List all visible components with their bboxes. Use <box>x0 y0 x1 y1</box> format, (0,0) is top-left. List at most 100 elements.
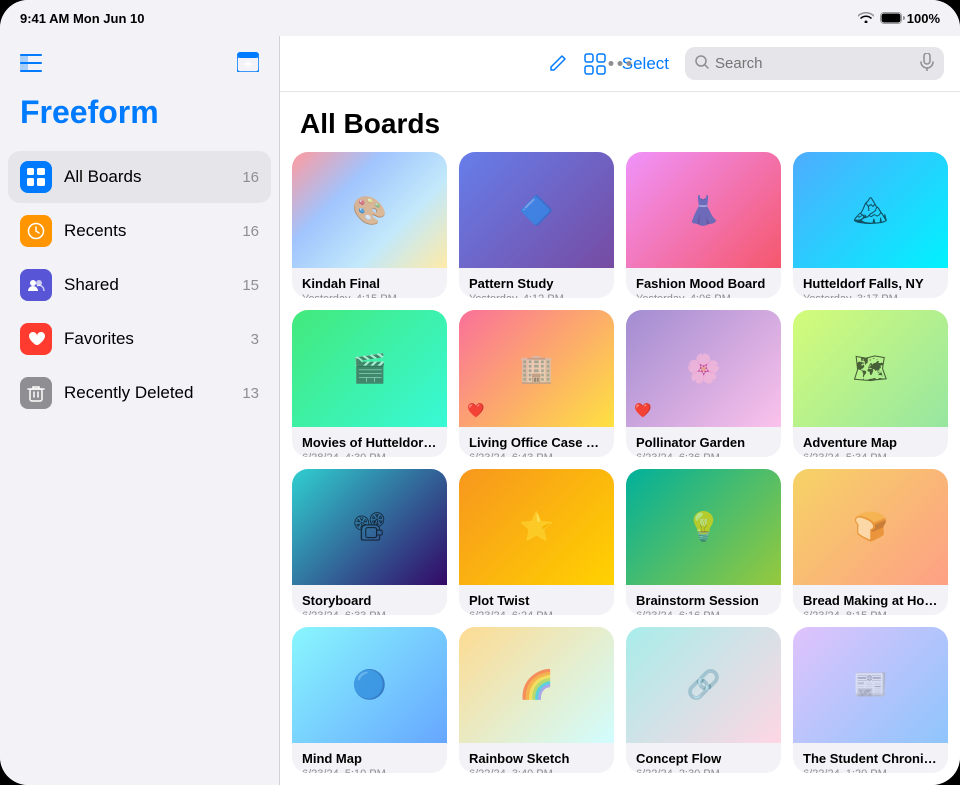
board-title: Hutteldorf Falls, NY <box>803 276 938 291</box>
sidebar-item-count-shared: 15 <box>242 277 259 294</box>
board-card-adventure-map[interactable]: 🗺 Adventure Map 6/23/24, 5:34 PM Danny &… <box>793 310 948 456</box>
board-title: Pollinator Garden <box>636 435 771 450</box>
board-card-row4c[interactable]: 🔗 Concept Flow 6/22/24, 2:30 PM Test & O… <box>626 627 781 773</box>
board-date: Yesterday, 4:06 PM <box>636 293 771 298</box>
boards-grid: 🎨 Kindah Final Yesterday, 4:15 PM Test &… <box>280 152 960 785</box>
status-time: 9:41 AM Mon Jun 10 <box>20 11 144 26</box>
board-info: Plot Twist 6/23/24, 6:24 PM Danny Rico <box>459 585 614 615</box>
sidebar-item-shared[interactable]: Shared 15 <box>8 259 271 311</box>
board-title: Brainstorm Session <box>636 593 771 608</box>
board-card-hutteldorf-falls[interactable]: 🏔 Hutteldorf Falls, NY Yesterday, 3:17 P… <box>793 152 948 298</box>
ipad-frame: 9:41 AM Mon Jun 10 100% <box>0 0 960 785</box>
board-card-pollinator-garden[interactable]: 🌸 ❤️ Pollinator Garden 6/23/24, 6:36 PM … <box>626 310 781 456</box>
sidebar-item-count-recents: 16 <box>242 223 259 240</box>
shared-icon <box>20 269 52 301</box>
board-date: 6/23/24, 6:36 PM <box>636 452 771 457</box>
board-thumbnail: 👗 <box>626 152 781 268</box>
board-info: Fashion Mood Board Yesterday, 4:06 PM Jo… <box>626 268 781 298</box>
page-title: All Boards <box>280 92 960 152</box>
board-info: Pollinator Garden 6/23/24, 6:36 PM Joan … <box>626 427 781 457</box>
board-thumbnail: 🏔 <box>793 152 948 268</box>
board-card-brainstorm-session[interactable]: 💡 Brainstorm Session 6/23/24, 6:16 PM <box>626 469 781 615</box>
mic-icon[interactable] <box>920 53 934 74</box>
grid-view-button[interactable] <box>584 53 606 75</box>
board-info: Concept Flow 6/22/24, 2:30 PM Test & Oth… <box>626 743 781 773</box>
sidebar-item-label-all-boards: All Boards <box>64 167 230 187</box>
board-thumbnail: 🔷 <box>459 152 614 268</box>
archive-icon[interactable] <box>237 52 259 78</box>
recently-deleted-icon <box>20 377 52 409</box>
sidebar-item-label-favorites: Favorites <box>64 329 239 349</box>
board-info: Living Office Case Study 6/23/24, 6:43 P… <box>459 427 614 457</box>
board-thumbnail: 🔗 <box>626 627 781 743</box>
board-card-movies-hutteldorf[interactable]: 🎬 Movies of Hutteldorf Fa... 6/28/24, 4:… <box>292 310 447 456</box>
board-thumbnail-content: 🔗 <box>626 627 781 743</box>
status-indicators: 100% <box>858 11 940 26</box>
board-title: Rainbow Sketch <box>469 751 604 766</box>
board-thumbnail-content: 📽 <box>292 469 447 585</box>
board-title: The Student Chronicle <box>803 751 938 766</box>
board-title: Pattern Study <box>469 276 604 291</box>
board-thumbnail-content: 🔷 <box>459 152 614 268</box>
board-info: Rainbow Sketch 6/22/24, 3:40 PM Joan & D… <box>459 743 614 773</box>
main-area: Freeform All Boards 16 <box>0 36 960 785</box>
board-thumbnail: 📰 <box>793 627 948 743</box>
board-title: Plot Twist <box>469 593 604 608</box>
board-date: 6/22/24, 2:30 PM <box>636 768 771 773</box>
board-info: Bread Making at Home 6/23/24, 8:15 PM Jo… <box>793 585 948 615</box>
board-card-row4d[interactable]: 📰 The Student Chronicle 6/22/24, 1:20 PM… <box>793 627 948 773</box>
board-card-living-office[interactable]: 🏢 ❤️ Living Office Case Study 6/23/24, 6… <box>459 310 614 456</box>
board-thumbnail: ⭐ <box>459 469 614 585</box>
board-date: 6/23/24, 6:43 PM <box>469 452 604 457</box>
board-date: Yesterday, 4:15 PM <box>302 293 437 298</box>
board-card-bread-making[interactable]: 🍞 Bread Making at Home 6/23/24, 8:15 PM … <box>793 469 948 615</box>
board-thumbnail-content: 📰 <box>793 627 948 743</box>
sidebar-item-favorites[interactable]: Favorites 3 <box>8 313 271 365</box>
board-thumbnail: 🌈 <box>459 627 614 743</box>
sidebar-title: Freeform <box>0 94 279 151</box>
sidebar-toggle-icon[interactable] <box>20 52 42 78</box>
board-card-pattern-study[interactable]: 🔷 Pattern Study Yesterday, 4:12 PM Miche… <box>459 152 614 298</box>
board-thumbnail-content: 👗 <box>626 152 781 268</box>
board-thumbnail-content: 🏔 <box>793 152 948 268</box>
sidebar-header <box>0 52 279 94</box>
board-info: Movies of Hutteldorf Fa... 6/28/24, 4:30… <box>292 427 447 457</box>
board-title: Kindah Final <box>302 276 437 291</box>
board-title: Fashion Mood Board <box>636 276 771 291</box>
search-box[interactable] <box>685 47 944 80</box>
sidebar-item-count-favorites: 3 <box>251 331 259 348</box>
favorite-badge: ❤️ <box>634 402 651 419</box>
recents-icon <box>20 215 52 247</box>
content-toolbar: Select <box>280 36 960 92</box>
board-thumbnail-content: 🌈 <box>459 627 614 743</box>
sidebar-item-recently-deleted[interactable]: Recently Deleted 13 <box>8 367 271 419</box>
board-card-kindah-final[interactable]: 🎨 Kindah Final Yesterday, 4:15 PM Test &… <box>292 152 447 298</box>
sidebar-item-count-all-boards: 16 <box>242 169 259 186</box>
board-card-row4a[interactable]: 🔵 Mind Map 6/23/24, 5:10 PM Danny & Dann… <box>292 627 447 773</box>
board-thumbnail: 🎨 <box>292 152 447 268</box>
board-thumbnail: 🍞 <box>793 469 948 585</box>
sidebar-item-label-shared: Shared <box>64 275 230 295</box>
board-card-fashion-mood-board[interactable]: 👗 Fashion Mood Board Yesterday, 4:06 PM … <box>626 152 781 298</box>
board-thumbnail: 💡 <box>626 469 781 585</box>
sidebar-item-all-boards[interactable]: All Boards 16 <box>8 151 271 203</box>
board-date: 6/23/24, 8:15 PM <box>803 610 938 615</box>
board-info: Hutteldorf Falls, NY Yesterday, 3:17 PM … <box>793 268 948 298</box>
sidebar-item-recents[interactable]: Recents 16 <box>8 205 271 257</box>
board-date: 6/22/24, 1:20 PM <box>803 768 938 773</box>
board-date: 6/23/24, 5:34 PM <box>803 452 938 457</box>
board-title: Storyboard <box>302 593 437 608</box>
board-card-storyboard[interactable]: 📽 Storyboard 6/23/24, 6:33 PM Danny & Da… <box>292 469 447 615</box>
search-input[interactable] <box>715 55 914 72</box>
board-date: 6/23/24, 6:33 PM <box>302 610 437 615</box>
compose-button[interactable] <box>546 53 568 75</box>
board-thumbnail-content: 🎨 <box>292 152 447 268</box>
board-info: Brainstorm Session 6/23/24, 6:16 PM <box>626 585 781 615</box>
board-thumbnail-content: 🗺 <box>793 310 948 426</box>
board-card-row4b[interactable]: 🌈 Rainbow Sketch 6/22/24, 3:40 PM Joan &… <box>459 627 614 773</box>
board-thumbnail: 🏢 ❤️ <box>459 310 614 426</box>
board-card-plot-twist[interactable]: ⭐ Plot Twist 6/23/24, 6:24 PM Danny Rico <box>459 469 614 615</box>
board-thumbnail-content: ⭐ <box>459 469 614 585</box>
board-title: Movies of Hutteldorf Fa... <box>302 435 437 450</box>
board-title: Adventure Map <box>803 435 938 450</box>
